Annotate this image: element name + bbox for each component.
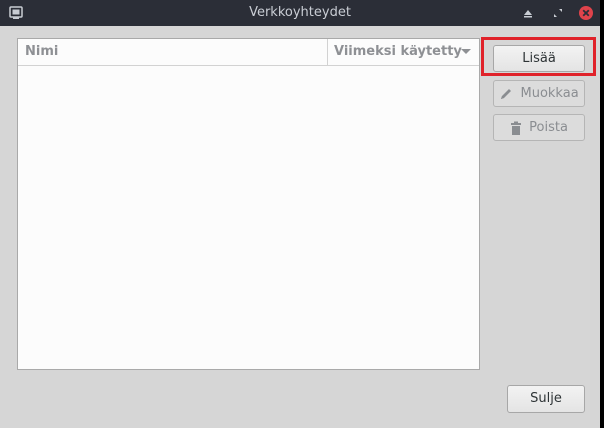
window-edge xyxy=(600,0,604,428)
connections-list[interactable]: Nimi Viimeksi käytetty xyxy=(17,38,480,370)
window-title: Verkkoyhteydet xyxy=(249,5,351,20)
delete-button-label: Poista xyxy=(529,120,568,135)
add-button[interactable]: Lisää xyxy=(493,45,585,72)
close-button-label: Sulje xyxy=(530,391,562,406)
close-button[interactable]: Sulje xyxy=(507,385,585,413)
close-icon[interactable] xyxy=(578,5,594,21)
edit-button-label: Muokkaa xyxy=(520,86,579,101)
column-header-name[interactable]: Nimi xyxy=(25,39,58,65)
maximize-icon[interactable] xyxy=(550,5,566,21)
pencil-icon xyxy=(501,88,512,99)
delete-button[interactable]: Poista xyxy=(493,114,585,141)
column-header-last-used[interactable]: Viimeksi käytetty xyxy=(334,39,462,65)
edit-button[interactable]: Muokkaa xyxy=(493,80,585,107)
network-connections-window: Verkkoyhteydet Nimi Viimeksi käytetty Li… xyxy=(0,0,600,428)
trash-icon xyxy=(511,121,522,135)
add-button-label: Lisää xyxy=(522,51,556,66)
sort-down-icon xyxy=(461,49,471,54)
column-divider xyxy=(327,39,328,65)
minimize-icon[interactable] xyxy=(520,5,536,21)
list-body[interactable] xyxy=(18,66,479,369)
list-header: Nimi Viimeksi käytetty xyxy=(18,39,479,66)
titlebar[interactable]: Verkkoyhteydet xyxy=(0,0,600,26)
